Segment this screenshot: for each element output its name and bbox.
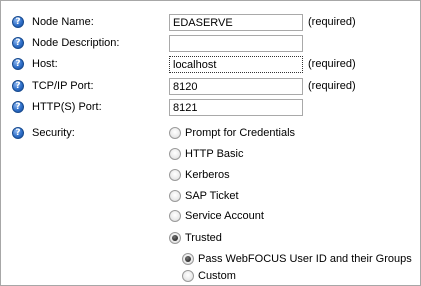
security-label: Security: [32,127,75,139]
host-label: Host: [32,58,58,70]
help-icon[interactable]: ? [12,16,24,28]
help-icon[interactable]: ? [12,101,24,113]
security-option-label: Kerberos [185,169,230,181]
tcpip-port-input[interactable] [169,78,303,95]
trusted-radio-custom[interactable] [182,270,194,282]
security-radio-prompt[interactable] [169,127,181,139]
help-icon[interactable]: ? [12,80,24,92]
help-icon[interactable]: ? [12,58,24,70]
https-port-input[interactable] [169,99,303,116]
security-radio-service-account[interactable] [169,210,181,222]
https-port-label: HTTP(S) Port: [32,101,102,113]
security-radio-trusted[interactable] [169,232,181,244]
trusted-option-label: Custom [198,270,236,282]
tcpip-port-label: TCP/IP Port: [32,80,94,92]
node-settings-panel: ? Node Name: (required) ? Node Descripti… [0,0,421,286]
required-note: (required) [308,16,356,28]
security-option-label: Prompt for Credentials [185,127,296,139]
help-icon[interactable]: ? [12,37,24,49]
required-note: (required) [308,80,356,92]
trusted-option-label: Pass WebFOCUS User ID and their Groups [198,253,412,265]
help-icon[interactable]: ? [12,127,24,139]
security-option-label: Service Account [185,210,264,222]
node-name-input[interactable] [169,14,303,31]
trusted-radio-pass-user-id[interactable] [182,253,194,265]
host-input[interactable] [169,56,303,73]
node-description-input[interactable] [169,35,303,52]
security-radio-kerberos[interactable] [169,169,181,181]
security-option-label: Trusted [185,232,222,244]
security-radio-sap-ticket[interactable] [169,190,181,202]
required-note: (required) [308,58,356,70]
security-option-label: HTTP Basic [185,148,244,160]
security-option-label: SAP Ticket [185,190,239,202]
security-radio-http-basic[interactable] [169,148,181,160]
node-name-label: Node Name: [32,16,94,28]
node-description-label: Node Description: [32,37,120,49]
